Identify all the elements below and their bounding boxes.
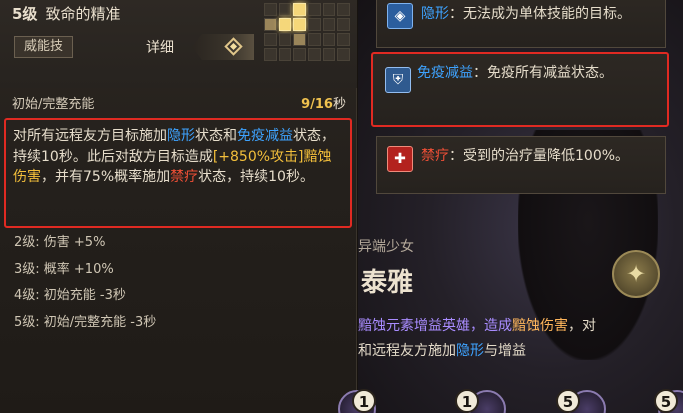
hero-name: 泰雅 (361, 268, 414, 298)
grid-icon (264, 3, 350, 61)
grid-cell (278, 48, 292, 61)
hero-desc-text: 和远程友方施加 (358, 343, 456, 359)
grid-cell (308, 48, 321, 61)
keyword-heal-block[interactable]: 禁疗 (170, 169, 198, 185)
status-name: 免疫减益 (417, 65, 473, 81)
hero-subtitle: 异端少女 (358, 239, 414, 255)
skill-level-badge: 5 (654, 389, 678, 413)
desc-text: ，并有75%概率施加 (41, 169, 171, 185)
level-upgrade-list: 2级: 伤害 +5% 3级: 概率 +10% 4级: 初始充能 -3秒 5级: … (14, 233, 156, 339)
detail-label: 详细 (146, 40, 174, 56)
status-card-stealth: ◈ 隐形：无法成为单体技能的目标。 (376, 0, 666, 48)
grid-cell (293, 33, 306, 46)
skill-panel: 5级 致命的精准 威能技 详细 初始/完整充能 9/16秒 对所有远程友方目标施加… (0, 0, 357, 413)
skill-icon-row: 1 1 5 5 (338, 384, 683, 413)
energy-value: 9/16秒 (301, 93, 346, 112)
level-upgrade-item: 4级: 初始充能 -3秒 (14, 288, 126, 303)
skill-header: 5级 致命的精准 威能技 详细 (0, 0, 357, 88)
skill-title: 5级 致命的精准 (12, 3, 120, 24)
hero-desc-keyword: 黯蚀伤害 (512, 318, 568, 334)
grid-cell (337, 33, 350, 46)
hero-desc-line-2: 和远程友方施加隐形与增益 (358, 339, 683, 364)
status-text: ：免疫所有减益状态。 (473, 65, 613, 81)
grid-cell (264, 33, 277, 46)
grid-cell (264, 48, 277, 61)
status-text: ：无法成为单体技能的目标。 (449, 6, 631, 22)
grid-cell (322, 48, 336, 61)
hero-desc-text: ，对 (568, 318, 596, 334)
cross-icon: ✚ (387, 146, 413, 172)
skill-level-badge: 5 (556, 389, 580, 413)
skill-type-tag: 威能技 (14, 36, 74, 58)
shield-icon: ⛨ (385, 67, 411, 93)
skill-level-badge: 1 (455, 389, 479, 413)
grid-cell (322, 3, 336, 16)
grid-cell (308, 3, 321, 16)
hero-desc-text: 黯蚀元素增益英雄，造成 (358, 318, 512, 334)
energy-row: 初始/完整充能 9/16秒 (12, 93, 346, 112)
energy-label: 初始/完整充能 (12, 97, 95, 112)
level-upgrade-item: 2级: 伤害 +5% (14, 235, 106, 250)
status-name: 禁疗 (421, 148, 449, 164)
grid-cell (337, 48, 350, 61)
grid-cell (278, 3, 292, 16)
detail-toggle-button[interactable] (192, 34, 254, 60)
keyword-immune-debuff[interactable]: 免疫减益 (237, 128, 293, 144)
grid-cell (308, 33, 321, 46)
grid-cell (264, 18, 277, 31)
level-upgrade-item: 3级: 概率 +10% (14, 261, 114, 277)
diamond-toggle-icon (224, 37, 243, 56)
grid-cell (278, 33, 292, 46)
grid-cell (322, 18, 336, 31)
status-text: ：受到的治疗量降低100%。 (449, 148, 630, 164)
energy-number: 9/16 (301, 97, 333, 112)
skill-level-badge: 1 (352, 389, 376, 413)
grid-cell (337, 18, 350, 31)
skill-level: 5级 (12, 5, 38, 23)
energy-unit: 秒 (332, 97, 346, 112)
status-name: 隐形 (421, 6, 449, 22)
status-card-heal-block: ✚ 禁疗：受到的治疗量降低100%。 (376, 136, 666, 194)
status-card-immune-debuff: ⛨ 免疫减益：免疫所有减益状态。 (371, 52, 669, 127)
hero-description: 黯蚀元素增益英雄，造成黯蚀伤害，对 和远程友方施加隐形与增益 (358, 314, 683, 364)
grid-cell (264, 3, 277, 16)
grid-cell (293, 18, 306, 31)
grid-cell (278, 18, 292, 31)
skill-description: 对所有远程友方目标施加隐形状态和免疫减益状态，持续10秒。此后对敌方目标造成[+… (4, 118, 352, 228)
keyword-stealth[interactable]: 隐形 (167, 128, 195, 144)
level-upgrade-item: 5级: 初始/完整充能 -3秒 (14, 314, 157, 330)
grid-cell (337, 3, 350, 16)
desc-text: 对所有远程友方目标施加 (13, 128, 167, 144)
stealth-icon: ◈ (387, 3, 413, 29)
grid-cell (322, 33, 336, 46)
grid-cell (308, 18, 321, 31)
hero-emblem-icon: ✦ (612, 250, 660, 298)
desc-text: 状态和 (195, 128, 237, 144)
hero-desc-keyword: 隐形 (456, 343, 484, 359)
grid-cell (293, 48, 306, 61)
hero-desc-text: 与增益 (484, 343, 526, 359)
skill-name: 致命的精准 (45, 5, 121, 23)
desc-text: 状态，持续10秒。 (198, 169, 314, 185)
hero-desc-line-1: 黯蚀元素增益英雄，造成黯蚀伤害，对 (358, 314, 683, 339)
grid-cell (293, 3, 306, 16)
